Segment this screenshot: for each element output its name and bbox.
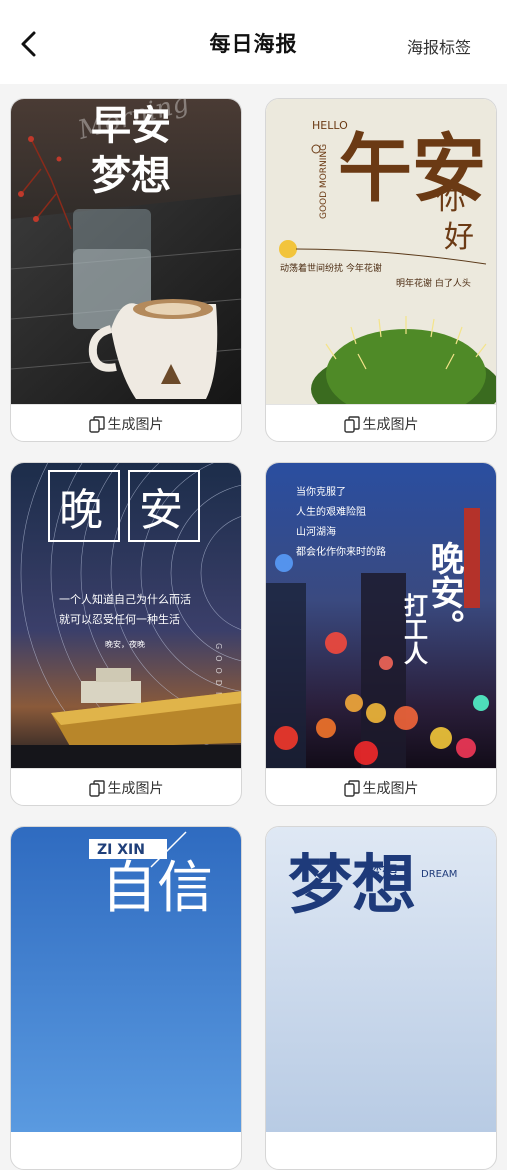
poster-text: 山河湖海 xyxy=(296,525,336,538)
poster-card[interactable]: ZI XIN 自信 xyxy=(10,826,242,1170)
poster-text: 晚安，夜晚 xyxy=(105,639,145,649)
poster-image: 早安 梦想 Morning xyxy=(11,99,241,404)
poster-card[interactable]: 梦想 梦想 DREAM xyxy=(265,826,497,1170)
poster-card[interactable]: 早安 梦想 Morning 生成图片 xyxy=(10,98,242,442)
poster-title: 安 xyxy=(139,485,183,536)
poster-card[interactable]: 午安 你 好 HELLO GOOD MORNING 动荡着世间纷扰 今年花谢 明… xyxy=(265,98,497,442)
poster-image: 当你克服了 人生的艰难险阻 山河湖海 都会化作你来时的路 晚安。 打工人 xyxy=(266,463,496,768)
poster-text: 好 xyxy=(444,220,474,255)
poster-text: 梦想 xyxy=(366,862,398,881)
poster-title: 晚安。 xyxy=(424,541,464,643)
poster-text: 明年花谢 白了人头 xyxy=(396,277,471,289)
poster-text: HELLO xyxy=(312,119,348,132)
poster-text: DREAM xyxy=(421,869,457,880)
poster-title: 梦想 xyxy=(288,848,416,923)
poster-text: 动荡着世间纷扰 今年花谢 xyxy=(280,262,382,274)
poster-text: 你 xyxy=(436,182,466,217)
generate-image-button[interactable]: 生成图片 xyxy=(266,404,496,441)
copy-icon xyxy=(88,779,105,797)
copy-icon xyxy=(343,415,360,433)
poster-card[interactable]: 晚 安 一个人知道自己为什么而活 就可以忍受任何一种生活 晚安，夜晚 GOODN… xyxy=(10,462,242,806)
copy-icon xyxy=(343,779,360,797)
poster-text: 就可以忍受任何一种生活 xyxy=(59,612,180,626)
poster-text: 当你克服了 xyxy=(296,485,346,498)
poster-subtitle: 打工人 xyxy=(400,592,429,665)
generate-image-button[interactable]: 生成图片 xyxy=(266,768,496,805)
app-header: 每日海报 海报标签 xyxy=(0,0,507,84)
generate-image-label: 生成图片 xyxy=(362,781,419,797)
poster-text: 一个人知道自己为什么而活 xyxy=(59,592,191,606)
generate-image-label: 生成图片 xyxy=(107,781,164,797)
poster-tags-button[interactable]: 海报标签 xyxy=(407,34,471,58)
poster-image: 梦想 梦想 DREAM xyxy=(266,827,496,1132)
poster-title: 晚 xyxy=(59,485,103,536)
generate-image-button[interactable]: 生成图片 xyxy=(11,768,241,805)
poster-image: ZI XIN 自信 xyxy=(11,827,241,1132)
generate-image-button[interactable]: 生成图片 xyxy=(11,404,241,441)
poster-title: 梦想 xyxy=(91,152,171,199)
poster-text: 都会化作你来时的路 xyxy=(296,545,386,558)
poster-text: 人生的艰难险阻 xyxy=(296,505,366,518)
poster-text: GOOD MORNING xyxy=(319,144,329,219)
poster-card[interactable]: 当你克服了 人生的艰难险阻 山河湖海 都会化作你来时的路 晚安。 打工人 生成图… xyxy=(265,462,497,806)
poster-image: 午安 你 好 HELLO GOOD MORNING 动荡着世间纷扰 今年花谢 明… xyxy=(266,99,496,404)
poster-grid: 早安 梦想 Morning 生成图片 午安 你 好 HELLO GOOD MOR… xyxy=(0,84,507,1170)
poster-title: 自信 xyxy=(101,856,213,921)
generate-image-label: 生成图片 xyxy=(362,417,419,433)
poster-image: 晚 安 一个人知道自己为什么而活 就可以忍受任何一种生活 晚安，夜晚 GOODN… xyxy=(11,463,241,768)
svg-text:晚安。: 晚安。 xyxy=(424,541,464,643)
generate-image-label: 生成图片 xyxy=(107,417,164,433)
copy-icon xyxy=(88,415,105,433)
